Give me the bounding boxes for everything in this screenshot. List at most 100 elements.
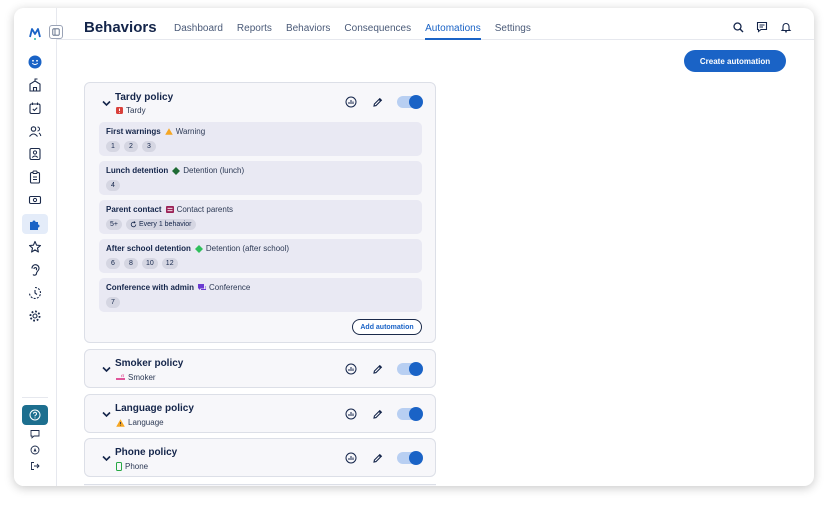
chat-icon: [198, 284, 207, 290]
sidebar-item-automations[interactable]: [22, 214, 48, 234]
policy-card-smoker: Smoker policy Smoker: [84, 349, 436, 388]
occurrence-pill: 4: [106, 180, 120, 191]
bell-icon[interactable]: [780, 21, 792, 33]
tardy-icon: [116, 107, 123, 114]
repeat-pill: Every 1 behavior: [125, 219, 196, 230]
chevron-down-icon[interactable]: [102, 99, 111, 108]
policy-behavior: Tardy: [116, 106, 146, 115]
gear-icon: [29, 310, 41, 322]
users-icon: [29, 126, 42, 137]
chevron-down-icon[interactable]: [102, 454, 111, 463]
chevron-down-icon[interactable]: [102, 410, 111, 419]
ear-icon: [31, 264, 40, 276]
stats-icon[interactable]: [345, 96, 357, 108]
sidebar-item-calendar[interactable]: [22, 98, 48, 118]
policy-enabled-toggle[interactable]: [397, 407, 423, 421]
policy-card-phone: Phone policy Phone: [84, 438, 436, 477]
stats-icon[interactable]: [345, 408, 357, 420]
calendar-check-icon: [29, 102, 41, 115]
main-nav: Dashboard Reports Behaviors Consequences…: [167, 8, 538, 40]
sidebar-item-clipboard[interactable]: [22, 167, 48, 187]
question-icon: [29, 409, 41, 421]
warning-icon: [116, 418, 125, 427]
repeat-icon: [130, 221, 137, 228]
tab-settings[interactable]: Settings: [488, 8, 538, 40]
occurrence-pill: 3: [142, 141, 156, 152]
progress-circle-icon: [28, 286, 42, 300]
chevron-down-icon[interactable]: [102, 365, 111, 374]
add-automation-button[interactable]: Add automation: [352, 319, 422, 335]
logout-icon[interactable]: [28, 459, 42, 473]
ticket-icon: [28, 195, 42, 205]
sidebar-item-rewards[interactable]: [22, 190, 48, 210]
top-bar: Behaviors Dashboard Reports Behaviors Co…: [57, 8, 814, 40]
rule-row[interactable]: After school detention Detention (after …: [99, 239, 422, 273]
app-window: Behaviors Dashboard Reports Behaviors Co…: [14, 8, 814, 486]
sidebar-item-progress[interactable]: [22, 283, 48, 303]
occurrence-pill: 2: [124, 141, 138, 152]
policy-enabled-toggle[interactable]: [397, 95, 423, 109]
policy-behavior: Phone: [116, 462, 148, 471]
policy-title: Tardy policy: [115, 92, 174, 103]
sidebar-item-school[interactable]: [22, 75, 48, 95]
star-icon: [28, 240, 42, 253]
tab-consequences[interactable]: Consequences: [337, 8, 418, 40]
rule-row[interactable]: Conference with admin Conference 7: [99, 278, 422, 312]
policy-behavior: Language: [116, 418, 164, 427]
messages-icon[interactable]: [756, 21, 768, 33]
policy-enabled-toggle[interactable]: [397, 362, 423, 376]
cigarette-icon: [116, 374, 125, 380]
edit-pencil-icon[interactable]: [371, 96, 383, 108]
school-icon: [29, 78, 41, 92]
edit-pencil-icon[interactable]: [371, 452, 383, 464]
compass-icon[interactable]: [28, 443, 42, 457]
occurrence-pill: 5+: [106, 219, 122, 230]
edit-pencil-icon[interactable]: [371, 408, 383, 420]
occurrence-pill: 6: [106, 258, 120, 269]
help-button[interactable]: [22, 405, 48, 425]
policy-title: Smoker policy: [115, 358, 184, 369]
sidebar-item-listen[interactable]: [22, 260, 48, 280]
occurrence-pill: 1: [106, 141, 120, 152]
diamond-icon: [172, 166, 181, 175]
smiley-icon: [28, 55, 42, 69]
policy-card-partial: [84, 484, 436, 486]
create-automation-button[interactable]: Create automation: [684, 50, 786, 72]
sidebar-item-favorites[interactable]: [22, 237, 48, 257]
tab-dashboard[interactable]: Dashboard: [167, 8, 230, 40]
clipboard-icon: [29, 170, 41, 184]
logo-icon[interactable]: [26, 24, 44, 42]
diamond-icon: [194, 244, 203, 253]
phone-icon: [116, 462, 122, 471]
id-card-icon: [29, 147, 41, 161]
sidebar-item-profile[interactable]: [22, 144, 48, 164]
occurrence-pill: 8: [124, 258, 138, 269]
flag-icon: [165, 206, 174, 213]
policy-card-language: Language policy Language: [84, 394, 436, 433]
tab-reports[interactable]: Reports: [230, 8, 279, 40]
stats-icon[interactable]: [345, 452, 357, 464]
puzzle-icon: [30, 220, 40, 230]
policy-enabled-toggle[interactable]: [397, 451, 423, 465]
sidebar-divider: [22, 397, 48, 398]
feedback-icon[interactable]: [28, 427, 42, 441]
search-icon[interactable]: [732, 21, 744, 33]
rule-row[interactable]: Parent contact Contact parents 5+ Every …: [99, 200, 422, 234]
occurrence-pill: 10: [142, 258, 158, 269]
occurrence-pill: 7: [106, 297, 120, 308]
policy-card-tardy: Tardy policy Tardy First warnings Warnin…: [84, 82, 436, 343]
rule-row[interactable]: Lunch detention Detention (lunch) 4: [99, 161, 422, 195]
sidebar-item-settings[interactable]: [22, 306, 48, 326]
tab-behaviors[interactable]: Behaviors: [279, 8, 337, 40]
page-title: Behaviors: [84, 19, 157, 36]
stats-icon[interactable]: [345, 363, 357, 375]
sidebar-item-students[interactable]: [22, 52, 48, 72]
policy-behavior: Smoker: [116, 373, 156, 382]
edit-pencil-icon[interactable]: [371, 363, 383, 375]
rule-row[interactable]: First warnings Warning 1 2 3: [99, 122, 422, 156]
sidebar-item-users[interactable]: [22, 121, 48, 141]
policy-title: Language policy: [115, 403, 194, 414]
sidebar: [14, 8, 57, 486]
policy-title: Phone policy: [115, 447, 178, 458]
tab-automations[interactable]: Automations: [418, 8, 488, 40]
